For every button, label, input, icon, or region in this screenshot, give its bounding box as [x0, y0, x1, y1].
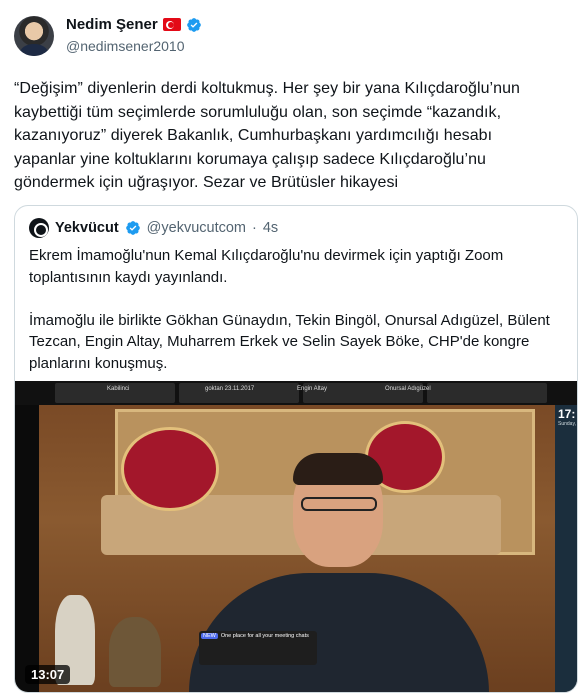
notification-tag: NEW: [201, 633, 218, 639]
quoted-tweet-text: Ekrem İmamoğlu'nun Kemal Kılıçdaroğlu'nu…: [29, 245, 569, 374]
zoom-side-panel: [555, 405, 577, 692]
quoted-text-line: toplantısının kaydı yayınlandı.: [29, 268, 228, 286]
speaker-glasses: [301, 497, 377, 511]
quoted-tweet-header: Yekvücut @yekvucutcom · 4s: [29, 218, 278, 238]
anchor-cushion: [121, 427, 219, 511]
tweet-text-line: kazanıyoruz” diyerek Bakanlık, Cumhurbaş…: [14, 127, 493, 144]
quoted-text-line: Ekrem İmamoğlu'nun Kemal Kılıçdaroğlu'nu…: [29, 247, 504, 264]
quoted-timestamp[interactable]: 4s: [263, 220, 278, 236]
video-player[interactable]: Kabilinci goktan 23.11.2017 Engin Altay …: [15, 381, 577, 692]
quoted-text-line: Tezcan, Engin Altay, Muharrem Erkek ve S…: [29, 333, 530, 350]
quoted-author-name[interactable]: Yekvücut: [55, 220, 119, 236]
turkey-flag-icon: [162, 18, 181, 31]
zoom-notification-title: NEW One place for all your meeting chats: [201, 633, 309, 639]
tweet-text-line: “Değişim” diyenlerin derdi koltukmuş. He…: [14, 80, 520, 97]
tweet-header: Nedim Şener @nedimsener2010: [14, 14, 574, 58]
quoted-text-line: İmamoğlu ile birlikte Gökhan Günaydın, T…: [29, 311, 550, 329]
tweet-text-line: göndermek için uğraşıyor. Sezar ve Brütü…: [14, 174, 399, 191]
participant-strip: Kabilinci goktan 23.11.2017 Engin Altay …: [15, 381, 577, 405]
video-duration: 13:07: [25, 665, 71, 684]
quoted-author-avatar[interactable]: [29, 218, 49, 238]
zoom-clock: 17:: [558, 407, 576, 421]
quoted-text-line: planlarını konuşmuş.: [29, 354, 168, 372]
author-handle[interactable]: @nedimsener2010: [66, 38, 185, 54]
zoom-date: Sunday,: [558, 421, 576, 427]
author-name-row: Nedim Şener: [66, 16, 202, 33]
quoted-tweet-card[interactable]: Yekvücut @yekvucutcom · 4s Ekrem İmamoğl…: [14, 205, 578, 693]
bronze-bust: [109, 617, 161, 687]
tweet-text-line: kaybettiği tüm seçimlerde sorumluluğu ol…: [14, 103, 502, 121]
participant-thumbnail: [427, 383, 547, 403]
separator-dot: ·: [252, 220, 257, 236]
participant-label: Kabilinci: [107, 386, 130, 392]
participant-label: Onursal Adıgüzel: [385, 386, 431, 392]
speaker-hair: [293, 453, 383, 485]
verified-badge-icon: [186, 17, 201, 32]
quoted-author-handle[interactable]: @yekvucutcom: [147, 220, 246, 236]
verified-badge-icon: [125, 221, 140, 235]
author-avatar[interactable]: [14, 16, 54, 56]
participant-label: Engin Altay: [297, 386, 328, 392]
participant-label: goktan 23.11.2017: [205, 386, 255, 392]
author-name[interactable]: Nedim Şener: [66, 16, 158, 33]
tweet-text-line: yapanlar yine koltuklarını korumaya çalı…: [14, 150, 486, 168]
notification-text: One place for all your meeting chats: [220, 633, 309, 639]
tweet-text: “Değişim” diyenlerin derdi koltukmuş. He…: [14, 77, 574, 195]
